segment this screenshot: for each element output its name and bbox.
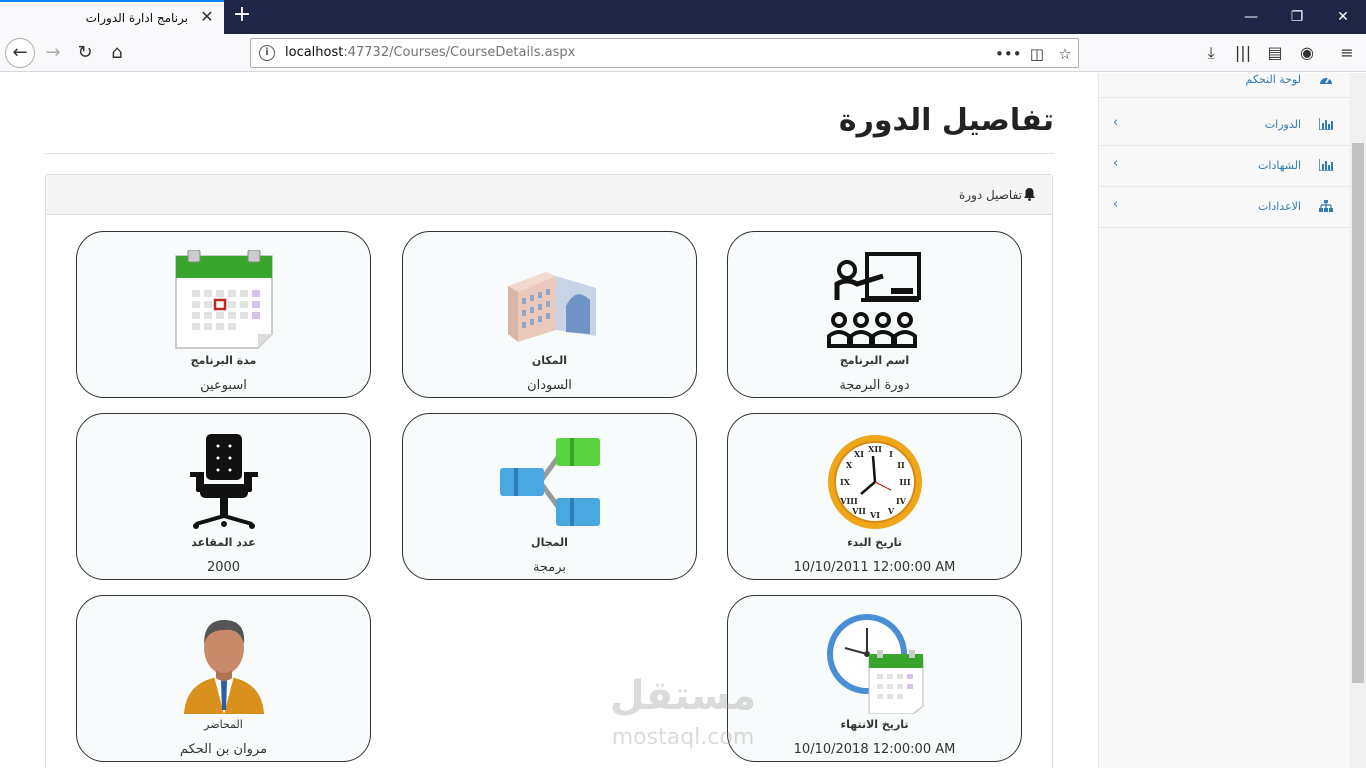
- card-label: تاريخ البدء: [847, 536, 902, 549]
- title-divider: [45, 153, 1054, 154]
- card-value: 10/10/2011 12:00:00 AM: [793, 560, 956, 575]
- svg-text:III: III: [899, 477, 910, 487]
- card-start-date: XII III VI IX I II IV V VII VIII X XI تاريخ البدء…: [727, 413, 1022, 580]
- page-content: تفاصيل الدورة تفاصيل دورة اسم البرنامج د…: [0, 73, 1366, 768]
- pocket-icon[interactable]: ◫: [1025, 42, 1049, 66]
- card-value: 2000: [206, 560, 241, 575]
- card-label: المحاضر: [204, 718, 243, 731]
- bell-icon: [1024, 188, 1035, 201]
- account-icon[interactable]: ◉: [1292, 38, 1322, 68]
- svg-text:IX: IX: [840, 477, 851, 487]
- scrollbar-thumb[interactable]: [1352, 143, 1364, 683]
- card-end-date: تاريخ الانتهاء 10/10/2018 12:00:00 AM: [727, 595, 1022, 762]
- card-instructor: المحاضر مروان بن الحكم: [76, 595, 371, 762]
- close-window-icon[interactable]: ✕: [1320, 0, 1366, 34]
- back-icon[interactable]: ←: [5, 38, 35, 68]
- library-icon[interactable]: |||: [1228, 38, 1258, 68]
- svg-text:II: II: [897, 460, 905, 470]
- watermark-arabic: مستقل: [609, 673, 757, 719]
- card-label: مدة البرنامج: [190, 354, 257, 367]
- bar-chart-icon: [1319, 159, 1333, 171]
- restore-icon[interactable]: ❐: [1274, 0, 1320, 34]
- menu-icon[interactable]: ≡: [1332, 38, 1362, 68]
- panel-heading-text: تفاصيل دورة: [959, 188, 1022, 202]
- panel-heading: تفاصيل دورة: [46, 175, 1052, 215]
- downloads-icon[interactable]: ⤓: [1196, 38, 1226, 68]
- svg-text:V: V: [887, 506, 895, 516]
- card-value: السودان: [527, 378, 572, 393]
- sidebar-item-settings[interactable]: ‹ الاعدادات: [1099, 187, 1351, 228]
- chevron-left-icon: ‹: [1113, 197, 1119, 212]
- svg-text:VIII: VIII: [839, 496, 858, 506]
- person-icon: [184, 620, 264, 714]
- svg-text:IV: IV: [896, 496, 907, 506]
- chevron-left-icon: ‹: [1113, 115, 1119, 130]
- svg-text:XI: XI: [854, 449, 864, 459]
- page-actions-icon[interactable]: •••: [995, 42, 1022, 66]
- watermark-latin: mostaql.com: [611, 725, 755, 750]
- card-value: مروان بن الحكم: [179, 742, 268, 757]
- card-value: 10/10/2018 12:00:00 AM: [793, 742, 956, 757]
- chair-icon: [190, 434, 258, 529]
- close-tab-icon[interactable]: ✕: [198, 8, 216, 26]
- card-label: المجال: [531, 536, 568, 549]
- browser-navbar: ← → ↻ ⌂ i localhost:47732/Courses/Course…: [0, 34, 1366, 72]
- browser-titlebar: برنامج ادارة الدورات ✕ + — ❐ ✕: [0, 0, 1366, 34]
- card-duration: مدة البرنامج اسبوعين: [76, 231, 371, 398]
- card-label: عدد المقاعد: [191, 536, 256, 549]
- tab-title: برنامج ادارة الدورات: [85, 11, 188, 25]
- card-label: اسم البرنامج: [839, 354, 910, 367]
- teacher-class-icon: [827, 252, 921, 348]
- sidebar-item-certificates[interactable]: ‹ الشهادات: [1099, 146, 1351, 187]
- sidebar-item-label: الدورات: [1264, 118, 1301, 131]
- card-value: برمجة: [532, 560, 567, 575]
- hierarchy-icon: [500, 438, 600, 526]
- sidebar-item-label: لوحة التحكم: [1245, 73, 1301, 86]
- card-field: المجال برمجة: [402, 413, 697, 580]
- watermark: مستقل mostaql.com: [598, 673, 768, 753]
- sidebar-toggle-icon[interactable]: ▤: [1260, 38, 1290, 68]
- svg-text:VII: VII: [851, 506, 866, 516]
- sidebar: لوحة التحكم ‹ الدورات ‹ الشهادات ‹ الاعد…: [1098, 73, 1351, 768]
- new-tab-icon[interactable]: +: [230, 4, 254, 28]
- bar-chart-icon: [1319, 118, 1333, 130]
- site-info-icon[interactable]: i: [259, 45, 275, 61]
- sidebar-item-dashboard[interactable]: لوحة التحكم: [1099, 73, 1351, 98]
- clock-calendar-icon: [827, 614, 924, 714]
- sidebar-item-label: الشهادات: [1258, 159, 1301, 172]
- sitemap-icon: [1319, 200, 1333, 212]
- minimize-icon[interactable]: —: [1228, 0, 1274, 34]
- reload-icon[interactable]: ↻: [70, 38, 100, 68]
- page-title: تفاصيل الدورة: [838, 103, 1054, 138]
- clock-icon: XIIIIIVIIX IIIIVV VIIVIIIXXI: [828, 435, 922, 529]
- sidebar-item-courses[interactable]: ‹ الدورات: [1099, 105, 1351, 146]
- card-label: المكان: [531, 354, 568, 367]
- card-seats: عدد المقاعد 2000: [76, 413, 371, 580]
- page-scrollbar[interactable]: [1350, 73, 1366, 768]
- svg-text:VI: VI: [869, 510, 880, 520]
- svg-text:XII: XII: [868, 444, 882, 454]
- url-text[interactable]: localhost:47732/Courses/CourseDetails.as…: [285, 45, 575, 60]
- building-icon: [508, 272, 596, 342]
- chevron-left-icon: ‹: [1113, 156, 1119, 171]
- course-details-panel: تفاصيل دورة اسم البرنامج دورة البرمجة ال…: [45, 174, 1053, 768]
- card-value: دورة البرمجة: [839, 378, 910, 393]
- sidebar-item-label: الاعدادات: [1257, 200, 1301, 213]
- card-label: تاريخ الانتهاء: [840, 718, 909, 731]
- url-bar[interactable]: i localhost:47732/Courses/CourseDetails.…: [250, 38, 1079, 68]
- forward-icon[interactable]: →: [38, 38, 68, 68]
- bookmark-star-icon[interactable]: ☆: [1053, 42, 1077, 66]
- svg-text:I: I: [889, 449, 893, 459]
- svg-text:X: X: [846, 460, 853, 470]
- card-value: اسبوعين: [200, 378, 247, 393]
- dashboard-icon: [1320, 77, 1332, 84]
- browser-tab[interactable]: برنامج ادارة الدورات ✕: [0, 0, 224, 34]
- card-location: المكان السودان: [402, 231, 697, 398]
- home-icon[interactable]: ⌂: [102, 38, 132, 68]
- calendar-icon: [175, 250, 273, 349]
- card-program-name: اسم البرنامج دورة البرمجة: [727, 231, 1022, 398]
